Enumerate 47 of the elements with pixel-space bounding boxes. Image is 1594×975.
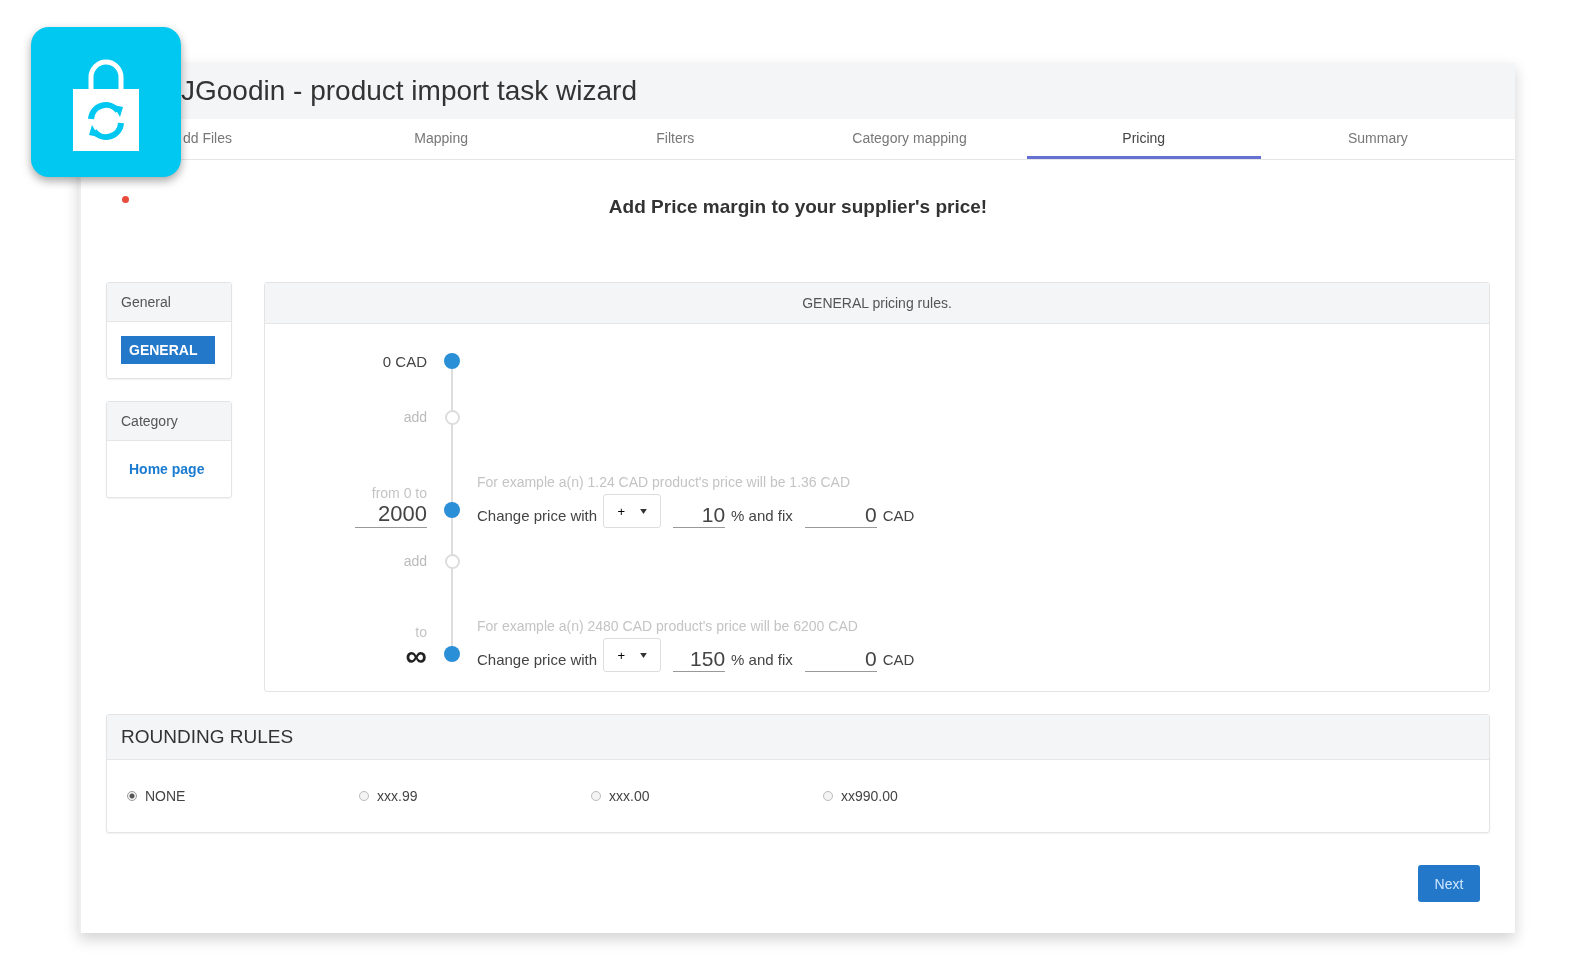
timeline-node xyxy=(444,502,460,518)
radio-button[interactable] xyxy=(127,791,137,801)
wizard-tab[interactable]: dd Files xyxy=(183,119,324,159)
radio-button[interactable] xyxy=(591,791,601,801)
radio-button[interactable] xyxy=(823,791,833,801)
wizard-tab[interactable]: Category mapping xyxy=(792,119,1027,159)
radio-label: NONE xyxy=(145,788,186,804)
wizard-tab[interactable]: Pricing xyxy=(1026,119,1261,159)
caret-icon xyxy=(639,652,647,658)
card-title: Category xyxy=(121,413,178,429)
infinity-label: ∞ xyxy=(405,640,427,672)
example-text: For example a(n) 1.24 CAD product's price will be 1.36 CAD xyxy=(477,474,852,490)
timeline-node xyxy=(444,646,460,662)
currency-label: CAD xyxy=(882,507,915,526)
range-start-label: 0 CAD xyxy=(382,352,427,370)
status-dot xyxy=(122,196,129,203)
sidebar-item[interactable]: GENERAL xyxy=(121,336,215,364)
add-icon[interactable] xyxy=(444,409,460,425)
wizard-tab[interactable]: Filters xyxy=(558,119,793,159)
radio-button[interactable] xyxy=(359,791,369,801)
percent-label: % and fix xyxy=(731,651,793,670)
page-heading: Add Price margin to your supplier's price! xyxy=(607,196,989,218)
change-label: Change price with xyxy=(477,507,598,526)
range-caption: from 0 to xyxy=(371,485,427,501)
add-icon[interactable] xyxy=(444,553,460,569)
radio-label: xx990.00 xyxy=(841,788,898,804)
window-title: JGoodin - product import task wizard xyxy=(181,75,637,107)
operator-select[interactable]: + xyxy=(603,638,662,672)
percent-label: % and fix xyxy=(731,507,793,526)
example-text: For example a(n) 2480 CAD product's price will be 6200 CAD xyxy=(477,618,859,634)
add-label: add xyxy=(403,409,427,425)
panel-title: GENERAL pricing rules. xyxy=(802,295,952,311)
operator-select[interactable]: + xyxy=(603,494,662,528)
change-label: Change price with xyxy=(477,651,598,670)
radio-label: xxx.99 xyxy=(377,788,418,804)
timeline-node xyxy=(444,353,460,369)
next-button[interactable]: Next xyxy=(1418,865,1480,902)
card-title: General xyxy=(121,294,171,310)
caret-icon xyxy=(639,508,647,514)
radio-label: xxx.00 xyxy=(609,788,650,804)
wizard-tab[interactable]: Mapping xyxy=(324,119,559,159)
sidebar-item[interactable]: Home page xyxy=(121,455,213,483)
add-label: add xyxy=(403,553,427,569)
range-caption: to xyxy=(415,624,427,640)
panel-title: ROUNDING RULES xyxy=(121,726,294,748)
wizard-tab[interactable]: Summary xyxy=(1260,119,1495,159)
currency-label: CAD xyxy=(882,651,915,670)
